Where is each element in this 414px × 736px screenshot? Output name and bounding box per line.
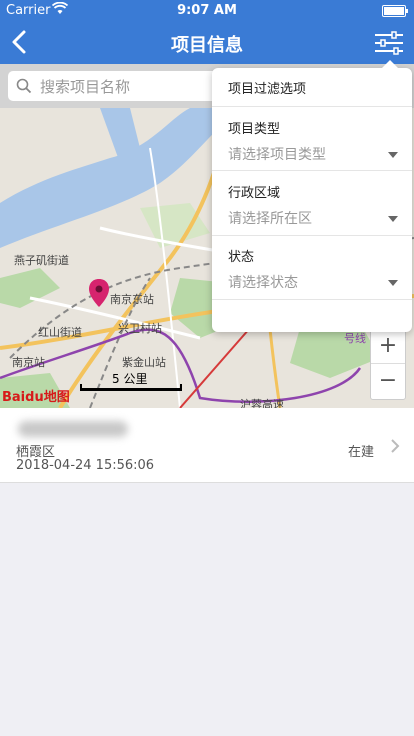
filter-sliders-icon[interactable] [374, 31, 404, 55]
filter-panel-title: 项目过滤选项 [228, 82, 307, 97]
divider [212, 235, 412, 236]
baidu-map-logo: Baidu地图 [2, 390, 70, 405]
map-label-zijinshan: 紫金山站 [122, 356, 166, 369]
divider [212, 299, 412, 300]
status-select[interactable]: 请选择状态 [228, 272, 398, 294]
navigation-bar: Carrier 9:07 AM 项目信息 [0, 0, 414, 64]
zoom-in-button[interactable]: + [371, 329, 405, 363]
region-label: 行政区域 [228, 186, 281, 201]
zoom-controls: + − [370, 328, 406, 400]
battery-icon [382, 5, 408, 17]
project-list-item[interactable]: 栖霞区 2018-04-24 15:56:06 在建 [0, 408, 414, 483]
map-label-nanjing-station: 南京站 [12, 356, 45, 369]
search-icon [16, 78, 32, 94]
search-input[interactable] [38, 75, 222, 99]
scale-bar [80, 384, 182, 391]
region-select[interactable]: 请选择所在区 [228, 208, 398, 230]
project-type-label: 项目类型 [228, 122, 281, 137]
map-label-yanziji: 燕子矶街道 [14, 254, 69, 267]
caret-down-icon [388, 280, 398, 286]
divider [212, 170, 412, 171]
project-type-select[interactable]: 请选择项目类型 [228, 144, 398, 166]
divider [212, 106, 412, 107]
zoom-out-button[interactable]: − [371, 364, 405, 398]
map-label-hongshan: 红山街道 [38, 326, 82, 339]
status-placeholder: 请选择状态 [228, 275, 298, 291]
panel-pointer [382, 60, 398, 68]
project-type-placeholder: 请选择项目类型 [228, 147, 326, 163]
status-bar: Carrier 9:07 AM [0, 0, 414, 22]
region-placeholder: 请选择所在区 [228, 211, 312, 227]
redacted-project-name [18, 421, 128, 437]
map-label-line: 号线 [344, 332, 366, 345]
page-title: 项目信息 [171, 35, 243, 56]
map-label-hurong: 沪蓉高速 [240, 398, 284, 408]
caret-down-icon [388, 152, 398, 158]
clock: 9:07 AM [177, 3, 237, 18]
filter-panel: 项目过滤选项 项目类型 请选择项目类型 行政区域 请选择所在区 状态 请选择状态 [212, 60, 412, 332]
chevron-right-icon [391, 439, 400, 453]
caret-down-icon [388, 216, 398, 222]
status-label: 状态 [228, 250, 255, 265]
project-date: 2018-04-24 15:56:06 [16, 458, 155, 473]
map-label-nanjing-east: 南京东站 [110, 293, 154, 306]
project-status: 在建 [347, 445, 374, 460]
map-label-xingweicun: 兴卫村站 [118, 322, 162, 335]
